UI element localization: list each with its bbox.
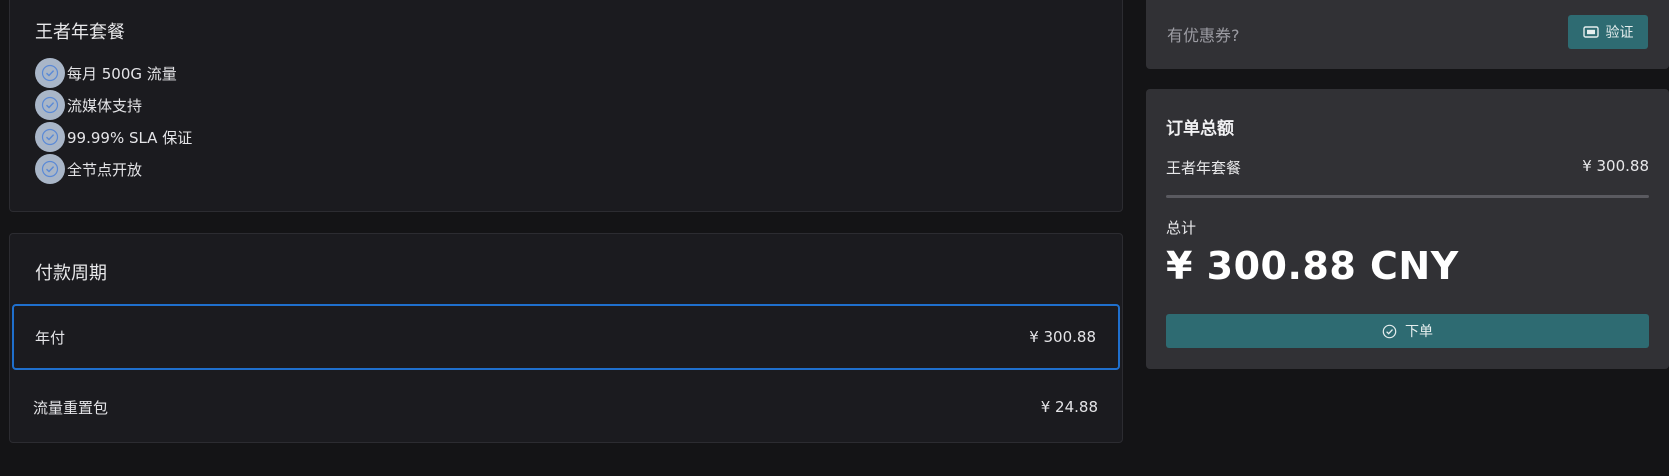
feature-item: 99.99% SLA 保证 — [35, 121, 192, 153]
check-circle-icon — [35, 122, 65, 152]
check-circle-icon — [35, 154, 65, 184]
feature-item: 全节点开放 — [35, 153, 192, 185]
line-item-label: 王者年套餐 — [1166, 159, 1242, 177]
period-option-label: 流量重置包 — [33, 398, 109, 417]
check-circle-icon — [35, 58, 65, 88]
period-option-label: 年付 — [35, 328, 66, 347]
coupon-input[interactable]: 有优惠券? — [1167, 22, 1240, 46]
feature-item: 每月 500G 流量 — [35, 57, 192, 89]
check-circle-icon — [1382, 324, 1397, 338]
checkout-page: 王者年套餐 每月 500G 流量 流媒体支持 99.99% SLA 保证 全节点… — [0, 0, 1669, 476]
plan-title: 王者年套餐 — [35, 22, 125, 43]
feature-label: 每月 500G 流量 — [67, 64, 177, 83]
coupon-card: 有优惠券? 验证 — [1146, 0, 1669, 69]
period-option-price: ¥ 300.88 — [1029, 328, 1096, 346]
place-order-button[interactable]: 下单 — [1166, 314, 1649, 348]
plan-card: 王者年套餐 每月 500G 流量 流媒体支持 99.99% SLA 保证 全节点… — [9, 0, 1123, 212]
feature-list: 每月 500G 流量 流媒体支持 99.99% SLA 保证 全节点开放 — [35, 57, 192, 185]
period-option-price: ¥ 24.88 — [1040, 398, 1098, 416]
total-value: ¥ 300.88 CNY — [1166, 244, 1459, 288]
ticket-icon — [1582, 26, 1599, 38]
payment-period-card: 付款周期 年付 ¥ 300.88 流量重置包 ¥ 24.88 — [9, 233, 1123, 443]
line-item-price: ¥ 300.88 — [1582, 157, 1649, 175]
feature-label: 99.99% SLA 保证 — [67, 128, 193, 147]
order-summary-card: 订单总额 王者年套餐 ¥ 300.88 总计 ¥ 300.88 CNY 下单 — [1146, 89, 1669, 369]
feature-item: 流媒体支持 — [35, 89, 192, 121]
verify-coupon-button[interactable]: 验证 — [1568, 15, 1648, 49]
total-label: 总计 — [1166, 219, 1197, 237]
summary-title: 订单总额 — [1166, 119, 1234, 139]
order-label: 下单 — [1405, 324, 1433, 340]
verify-label: 验证 — [1605, 25, 1634, 41]
summary-line-item: 王者年套餐 ¥ 300.88 — [1166, 157, 1649, 178]
check-circle-icon — [35, 90, 65, 120]
feature-label: 全节点开放 — [67, 160, 143, 179]
feature-label: 流媒体支持 — [67, 96, 143, 115]
summary-divider — [1166, 195, 1649, 198]
period-option-yearly[interactable]: 年付 ¥ 300.88 — [12, 304, 1120, 370]
period-option-traffic-reset[interactable]: 流量重置包 ¥ 24.88 — [12, 374, 1120, 440]
period-title: 付款周期 — [35, 263, 107, 284]
